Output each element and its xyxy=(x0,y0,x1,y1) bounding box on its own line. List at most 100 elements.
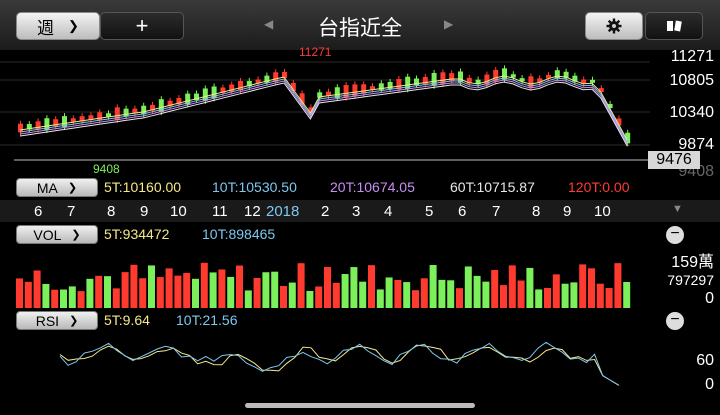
volume-bar xyxy=(33,270,41,308)
vol-tick: 159萬 xyxy=(671,254,714,271)
volume-bar xyxy=(429,264,437,308)
volume-bar xyxy=(359,281,367,308)
volume-bar xyxy=(244,290,252,308)
volume-bar xyxy=(227,276,235,308)
candle xyxy=(449,70,455,84)
month-label: 7 xyxy=(67,203,76,220)
volume-bar xyxy=(332,282,340,308)
ma-line xyxy=(19,75,628,141)
volume-bar xyxy=(623,281,631,308)
ma120-value: 120T:0.00 xyxy=(568,179,630,195)
vol-legend: VOL ❯ 5T:934472 10T:898465 xyxy=(0,225,650,245)
ma5-value: 5T:10160.00 xyxy=(104,179,182,195)
volume-bar xyxy=(500,285,507,308)
volume-bar xyxy=(192,278,199,308)
volume-bar xyxy=(368,265,375,308)
home-indicator xyxy=(245,403,475,408)
volume-bar xyxy=(218,269,226,308)
volume-bar xyxy=(95,275,103,308)
rsi10-value: 10T:21.56 xyxy=(176,312,238,328)
candle xyxy=(97,109,103,124)
chevron-right-icon: ❯ xyxy=(71,229,81,241)
rsi-button[interactable]: RSI ❯ xyxy=(16,311,98,330)
rsi-legend: RSI ❯ 5T:9.64 10T:21.56 xyxy=(0,311,650,331)
volume-bar xyxy=(104,276,111,308)
volume-bar xyxy=(200,262,208,308)
volume-bar xyxy=(315,286,323,308)
switch-icon xyxy=(667,20,682,32)
settings-button[interactable] xyxy=(585,12,643,40)
vol5-value: 5T:934472 xyxy=(104,226,170,242)
month-label: 7 xyxy=(492,203,501,220)
volume-bar xyxy=(86,278,94,308)
volume-bar xyxy=(262,272,270,308)
price-tick: 11271 xyxy=(670,48,714,65)
ma-line xyxy=(19,77,628,143)
month-label: 12 xyxy=(244,203,261,220)
price-chart xyxy=(0,61,650,161)
chevron-right-icon: ❯ xyxy=(69,315,79,327)
volume-bar xyxy=(605,288,613,308)
month-label: 6 xyxy=(458,203,467,220)
month-label: 4 xyxy=(384,203,393,220)
volume-bar xyxy=(394,279,402,308)
month-label: 8 xyxy=(107,203,116,220)
volume-bar xyxy=(385,277,393,308)
volume-bar xyxy=(156,277,164,308)
volume-bar xyxy=(588,268,595,308)
volume-bar xyxy=(447,280,455,308)
month-label: 9 xyxy=(140,203,149,220)
period-button[interactable]: 週 ❯ xyxy=(16,12,100,40)
volume-bar xyxy=(420,278,428,308)
month-label: 5 xyxy=(425,203,434,220)
volume-bar xyxy=(561,283,569,308)
volume-bar xyxy=(464,266,472,308)
vol10-value: 10T:898465 xyxy=(202,226,276,242)
next-arrow-icon[interactable]: ▶ xyxy=(444,17,453,31)
volume-bar xyxy=(456,288,463,308)
add-button[interactable]: + xyxy=(100,12,184,40)
collapse-rsi-icon[interactable]: − xyxy=(666,312,684,330)
volume-bar xyxy=(253,277,261,308)
volume-bar xyxy=(596,283,604,308)
volume-bar xyxy=(491,270,499,308)
vol-label: VOL xyxy=(33,226,62,243)
volume-bar xyxy=(508,265,516,308)
volume-bar xyxy=(77,291,85,308)
period-label: 週 xyxy=(37,18,55,38)
volume-bar xyxy=(271,271,279,308)
volume-chart xyxy=(16,262,631,308)
low-marker: 9408 xyxy=(93,162,120,176)
scroll-down-icon[interactable]: ▼ xyxy=(672,203,683,215)
ma60-value: 60T:10715.87 xyxy=(450,179,535,195)
month-label: 2 xyxy=(321,203,330,220)
volume-bar xyxy=(165,268,173,308)
switch-button[interactable] xyxy=(645,12,703,40)
month-label: 2018 xyxy=(266,203,300,220)
collapse-vol-icon[interactable]: − xyxy=(666,226,684,244)
ma-legend: MA ❯ 5T:10160.00 10T:10530.50 20T:10674.… xyxy=(0,178,650,198)
rsi5-value: 5T:9.64 xyxy=(104,312,150,328)
rsi-label: RSI xyxy=(35,312,60,329)
high-marker: 11271 xyxy=(299,45,332,59)
volume-bar xyxy=(236,265,243,308)
volume-bar xyxy=(280,285,287,308)
volume-bar xyxy=(350,267,358,308)
ma-label: MA xyxy=(36,179,58,196)
vol-button[interactable]: VOL ❯ xyxy=(16,225,98,244)
volume-bar xyxy=(51,289,59,308)
ma-line xyxy=(19,81,628,147)
ma-button[interactable]: MA ❯ xyxy=(16,178,98,197)
candle xyxy=(123,105,129,120)
prev-arrow-icon[interactable]: ◀ xyxy=(264,17,273,31)
volume-bar xyxy=(535,289,543,308)
price-tick: 10805 xyxy=(669,72,715,89)
rsi-chart xyxy=(59,341,620,386)
candle xyxy=(18,120,23,136)
volume-bar xyxy=(526,267,534,308)
volume-bar xyxy=(288,282,296,308)
candle xyxy=(35,118,41,133)
volume-bar xyxy=(121,272,129,308)
volume-bar xyxy=(16,278,23,308)
volume-bar xyxy=(482,281,490,308)
